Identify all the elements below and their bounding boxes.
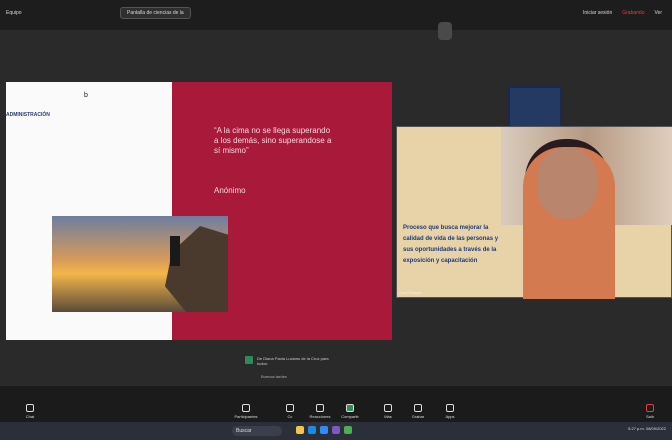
participants-icon	[242, 404, 250, 412]
top-right-controls: Iniciar sesión Grabando Ver	[583, 10, 662, 16]
camera-icon[interactable]	[438, 22, 452, 40]
taskbar-search[interactable]: Buscar	[232, 426, 282, 436]
chrome-icon[interactable]	[344, 426, 352, 434]
share-button[interactable]: Compartir	[340, 404, 360, 419]
teams-icon[interactable]	[332, 426, 340, 434]
video-background-text: Proceso que busca mejorar la calidad de …	[403, 225, 499, 264]
shared-slide: b ADMINISTRACIÓN “A la cima no se llega …	[6, 82, 562, 340]
participants-button[interactable]: Participantes	[234, 404, 258, 419]
screen: Equipo Pantalla de ciencias de la Inicia…	[0, 0, 672, 440]
participant-name: Ana Rosario...	[399, 290, 425, 295]
leave-icon	[646, 404, 654, 412]
chat-title: De Diana Paola Luciano de la Cruz para t…	[257, 356, 329, 366]
control-label: Apps	[445, 414, 455, 419]
record-button[interactable]: Grabar	[408, 404, 428, 419]
apps-button[interactable]: Apps	[440, 404, 460, 419]
captions-button[interactable]: Cc	[280, 404, 300, 419]
logo-text: ADMINISTRACIÓN	[6, 112, 50, 118]
share-icon	[346, 404, 354, 412]
control-label: Grabar	[411, 414, 425, 419]
view-menu[interactable]: Ver	[654, 10, 662, 16]
chat-popup[interactable]: De Diana Paola Luciano de la Cruz para t…	[245, 356, 340, 379]
file-explorer-icon[interactable]	[296, 426, 304, 434]
top-bar: Equipo Pantalla de ciencias de la Inicia…	[0, 0, 672, 30]
team-label[interactable]: Equipo	[6, 10, 22, 16]
record-icon	[414, 404, 422, 412]
control-label: Reacciones	[309, 414, 331, 419]
date: 08/09/2022	[645, 426, 666, 431]
chat-control-icon	[26, 404, 34, 412]
person-silhouette	[170, 236, 180, 266]
control-label: Chat	[25, 414, 35, 419]
more-icon	[384, 404, 392, 412]
control-label: Salir	[645, 414, 654, 419]
leave-button[interactable]: Salir	[640, 404, 660, 419]
quote-text: “A la cima no se llega superando a los d…	[214, 126, 332, 155]
clock: 5:27 p.m.	[628, 426, 645, 431]
control-label: Participantes	[234, 414, 258, 419]
slide-mark: b	[84, 92, 88, 99]
control-label: Compartir	[341, 414, 359, 419]
edge-icon[interactable]	[308, 426, 316, 434]
rock	[165, 226, 228, 312]
meeting-controls	[0, 386, 672, 422]
chat-message: Buenas tardes	[261, 374, 287, 379]
mountain-photo	[52, 216, 228, 312]
logo: ADMINISTRACIÓN	[6, 112, 50, 118]
system-tray: 5:27 p.m. 08/09/2022	[628, 426, 666, 431]
control-label: Más	[384, 414, 392, 419]
participant-video[interactable]: Proceso que busca mejorar la calidad de …	[396, 126, 672, 299]
presentation-tab[interactable]: Pantalla de ciencias de la	[120, 7, 191, 19]
chat-icon	[245, 356, 253, 364]
quote-author: Anónimo	[214, 186, 246, 195]
control-label: Cc	[287, 414, 293, 419]
more-button[interactable]: Más	[378, 404, 398, 419]
captions-icon	[286, 404, 294, 412]
zoom-icon[interactable]	[320, 426, 328, 434]
taskbar: Buscar 5:27 p.m. 08/09/2022	[0, 422, 672, 440]
participant-face	[537, 147, 597, 219]
reactions-button[interactable]: Reacciones	[310, 404, 330, 419]
recording-indicator[interactable]: Grabando	[622, 10, 644, 16]
apps-icon	[446, 404, 454, 412]
reaction-icon	[316, 404, 324, 412]
chat-button[interactable]: Chat	[20, 404, 40, 419]
signin-link[interactable]: Iniciar sesión	[583, 10, 612, 16]
